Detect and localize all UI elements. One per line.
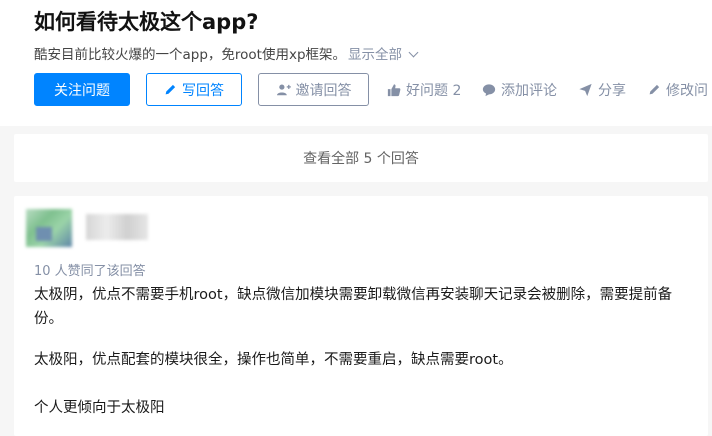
answer-paragraph: 太极阳，优点配套的模块很全，操作也简单，不需要重启，缺点需要root。 xyxy=(34,352,513,368)
invite-answer-button[interactable]: 邀请回答 xyxy=(258,73,369,106)
thumbs-up-icon xyxy=(387,83,401,96)
add-user-icon xyxy=(276,84,291,96)
avatar[interactable] xyxy=(26,209,72,247)
comment-bubble-icon xyxy=(482,83,496,96)
answer-paragraph: 太极阴，优点不需要手机root，缺点微信加模块需要卸载微信再安装聊天记录会被删除… xyxy=(34,287,673,327)
author-name-blurred[interactable] xyxy=(86,214,148,240)
invite-answer-label: 邀请回答 xyxy=(295,82,352,99)
edit-question-button[interactable]: 修改问 xyxy=(648,73,708,106)
question-title: 如何看待太极这个app? xyxy=(34,10,259,34)
good-question-label: 好问题 2 xyxy=(406,82,462,99)
question-actions: 关注问题 写回答 邀请回答 好问题 2 添加评论 分享 修改问 xyxy=(34,73,712,106)
paper-plane-icon xyxy=(579,83,592,96)
question-header: 如何看待太极这个app? 酷安目前比较火爆的一个app，免root使用xp框架。… xyxy=(0,0,712,126)
answer-paragraph: 个人更倾向于太极阳 xyxy=(34,400,165,416)
share-button[interactable]: 分享 xyxy=(578,73,626,106)
chevron-down-icon xyxy=(408,47,419,58)
edit-question-label: 修改问 xyxy=(666,82,708,99)
write-answer-button[interactable]: 写回答 xyxy=(146,73,242,106)
answer-card: 10 人赞同了该回答 太极阴，优点不需要手机root，缺点微信加模块需要卸载微信… xyxy=(14,196,708,436)
question-description: 酷安目前比较火爆的一个app，免root使用xp框架。 显示全部 xyxy=(34,43,419,63)
view-all-answers-button[interactable]: 查看全部 5 个回答 xyxy=(14,134,708,182)
show-all-link[interactable]: 显示全部 xyxy=(348,47,419,63)
add-comment-label: 添加评论 xyxy=(501,82,557,99)
avatar-blur-block xyxy=(36,227,52,241)
pencil-icon xyxy=(649,84,660,95)
pencil-icon xyxy=(165,84,176,95)
write-answer-label: 写回答 xyxy=(182,82,224,99)
view-all-answers-label: 查看全部 5 个回答 xyxy=(303,151,419,167)
follow-question-button[interactable]: 关注问题 xyxy=(34,73,130,106)
vote-count: 10 人赞同了该回答 xyxy=(34,264,146,279)
follow-question-label: 关注问题 xyxy=(54,82,110,99)
question-description-text: 酷安目前比较火爆的一个app，免root使用xp框架。 xyxy=(34,47,347,63)
show-all-label: 显示全部 xyxy=(348,47,403,63)
good-question-button[interactable]: 好问题 2 xyxy=(387,73,461,106)
share-label: 分享 xyxy=(598,82,626,99)
add-comment-button[interactable]: 添加评论 xyxy=(482,73,557,106)
